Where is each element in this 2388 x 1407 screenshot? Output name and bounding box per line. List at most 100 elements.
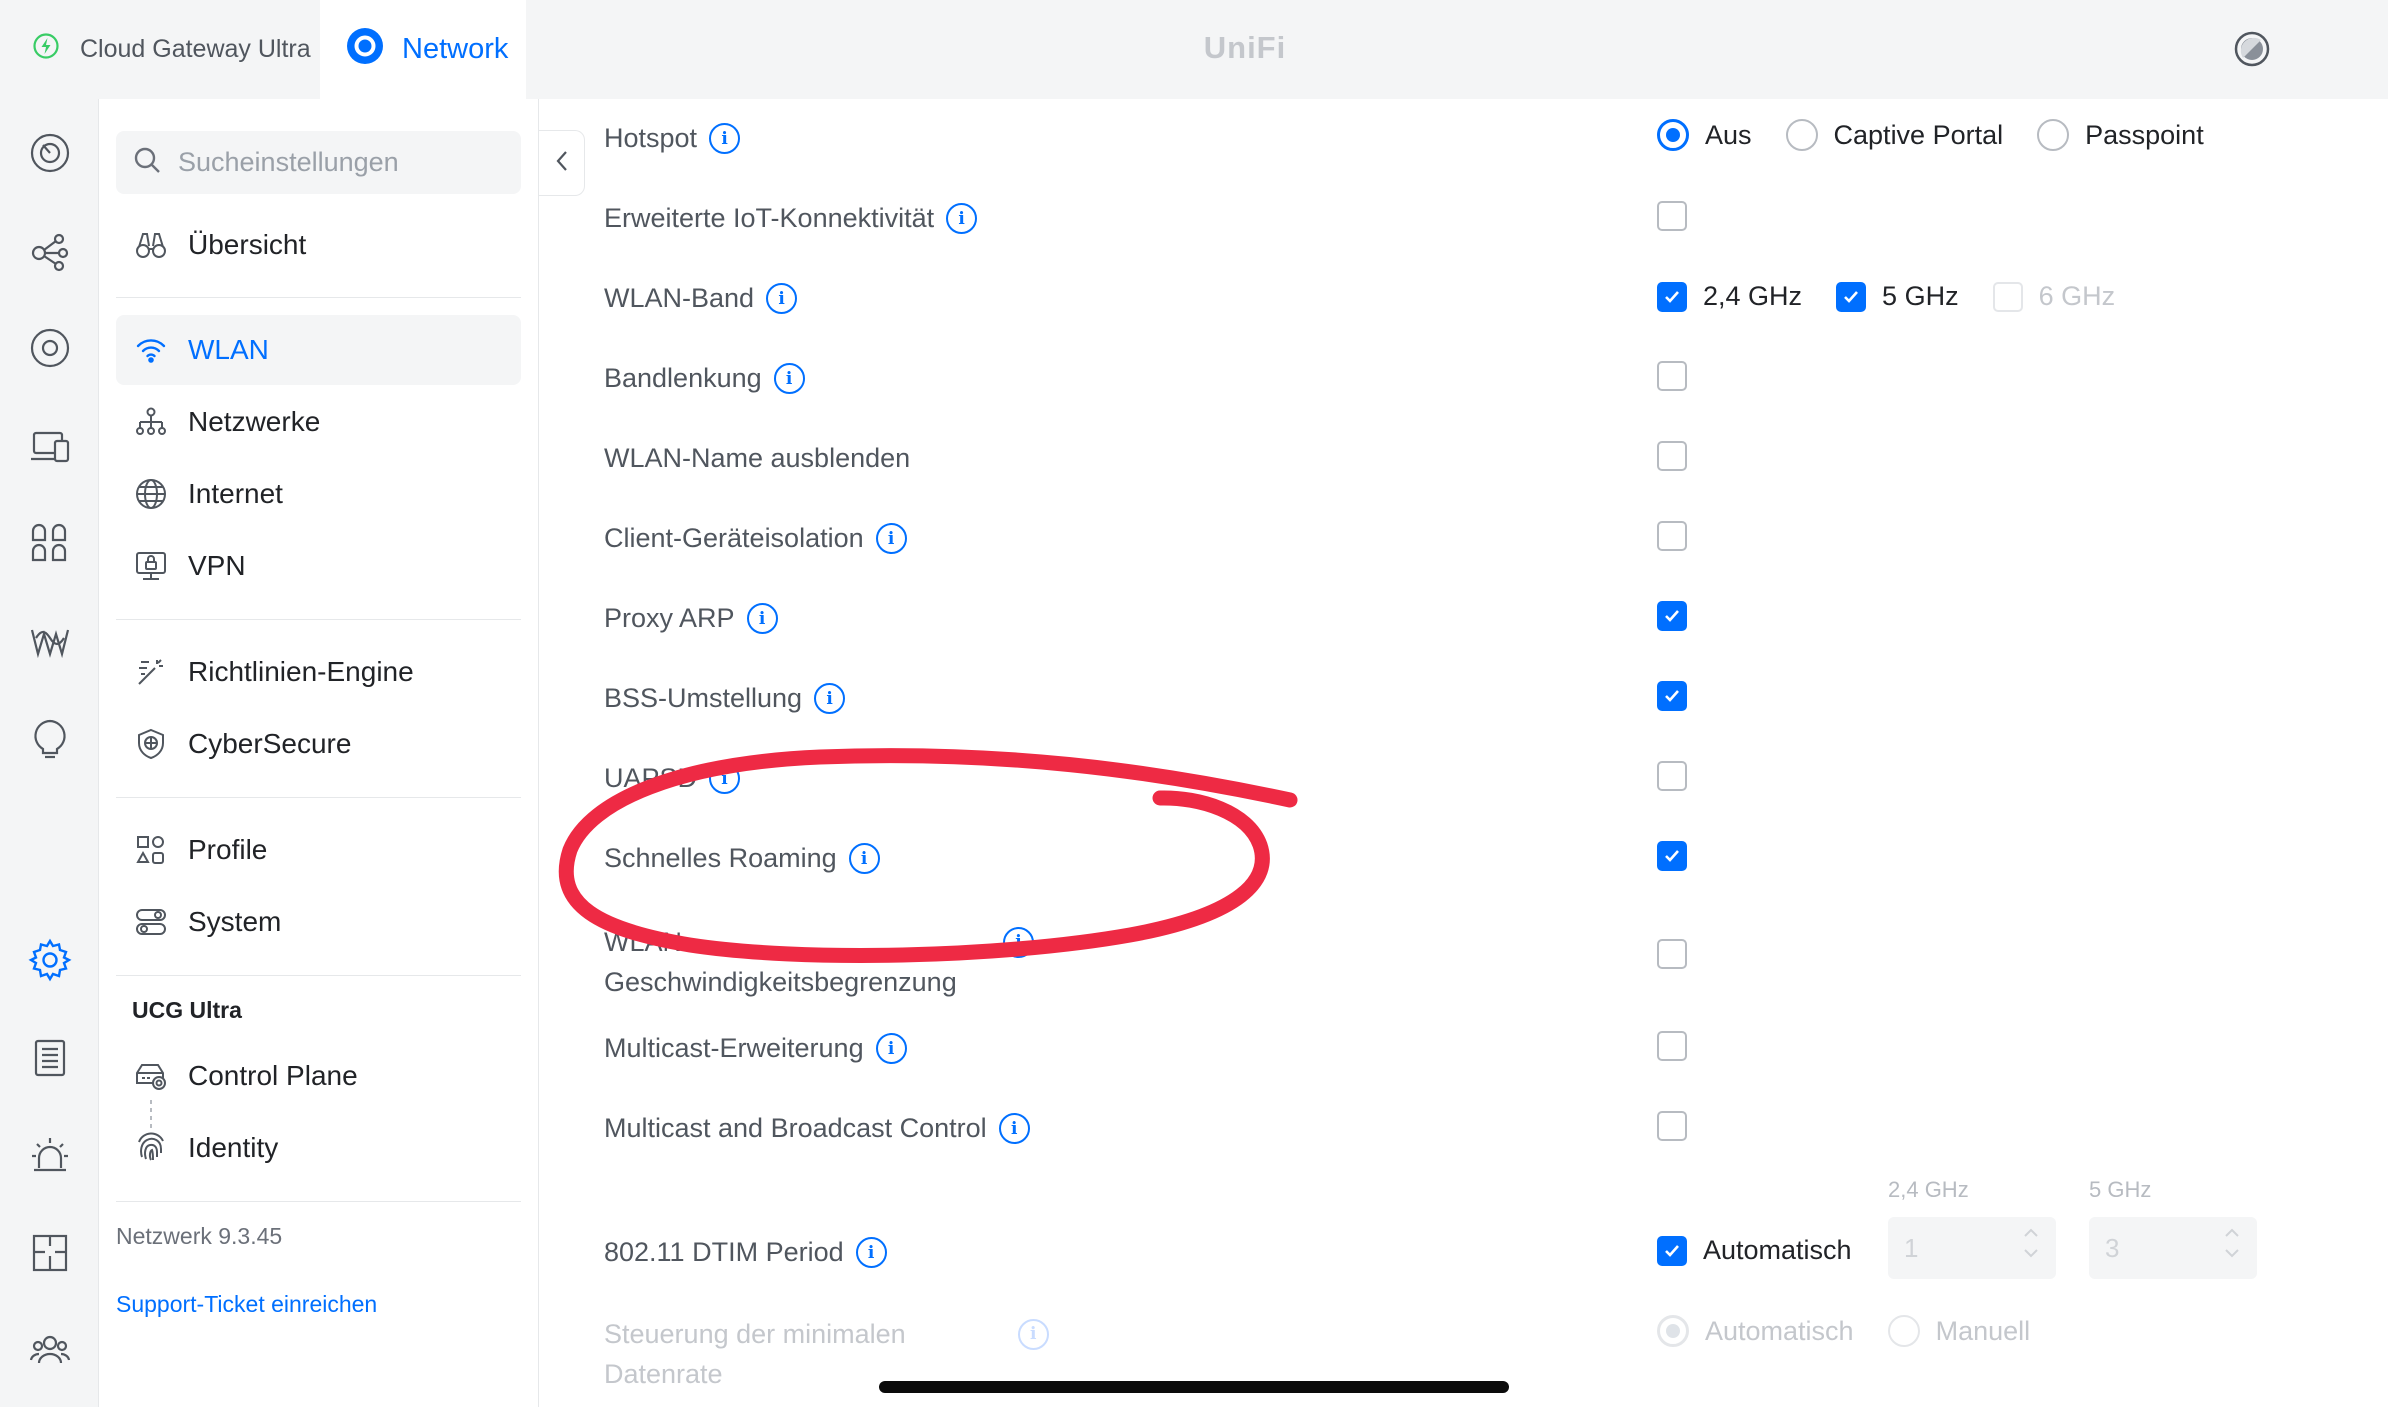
checkbox[interactable] xyxy=(1657,281,1687,312)
info-icon[interactable]: i xyxy=(746,603,778,634)
min-rate-option-auto: Automatisch xyxy=(1657,1315,1854,1347)
multicast-enhancement-checkbox[interactable] xyxy=(1657,1031,1687,1061)
setting-label: Multicast and Broadcast Control xyxy=(604,1113,987,1143)
system-log-icon[interactable] xyxy=(28,1036,72,1080)
multicast-broadcast-checkbox[interactable] xyxy=(1657,1111,1687,1141)
info-icon[interactable]: i xyxy=(946,203,978,234)
support-ticket-link[interactable]: Support-Ticket einreichen xyxy=(116,1291,377,1318)
setting-label: WLAN- xyxy=(604,927,691,957)
sidebar-item-cybersecure[interactable]: CyberSecure xyxy=(116,709,521,779)
sidebar-item-label: Internet xyxy=(188,478,283,509)
globe-icon xyxy=(134,477,168,511)
vpn-lock-icon xyxy=(134,549,168,583)
sidebar-divider xyxy=(116,619,521,620)
checkbox[interactable] xyxy=(1836,281,1867,312)
info-icon[interactable]: i xyxy=(848,843,880,874)
fast-roaming-checkbox[interactable] xyxy=(1657,841,1687,871)
sidebar-item-label: Profile xyxy=(188,834,268,865)
settings-sidebar: Übersicht WLAN Netzwerke Internet VPN Ri… xyxy=(99,99,539,1407)
wlan-advanced-settings: Hotspot i Aus Captive Portal Passpoint E… xyxy=(540,99,2388,1407)
info-icon[interactable]: i xyxy=(875,1033,907,1064)
sidebar-divider xyxy=(116,1201,521,1202)
dtim-24ghz-stepper: 1 xyxy=(1888,1217,2056,1279)
info-icon[interactable]: i xyxy=(1017,1318,1049,1350)
radio-button[interactable] xyxy=(2037,119,2070,151)
setting-label: Geschwindigkeitsbegrenzung xyxy=(604,967,957,997)
info-icon[interactable]: i xyxy=(1003,926,1034,958)
band-steering-checkbox[interactable] xyxy=(1657,361,1687,391)
hotspot-option-passpoint[interactable]: Passpoint xyxy=(2037,119,2204,151)
sidebar-item-wlan[interactable]: WLAN xyxy=(116,315,521,385)
bss-transition-checkbox[interactable] xyxy=(1657,681,1687,711)
sidebar-item-overview[interactable]: Übersicht xyxy=(116,210,521,280)
client-isolation-checkbox[interactable] xyxy=(1657,521,1687,551)
settings-search[interactable] xyxy=(116,131,521,194)
unifi-devices-icon[interactable] xyxy=(28,326,72,370)
setting-label: Multicast-Erweiterung xyxy=(604,1033,864,1063)
radio-button[interactable] xyxy=(1785,119,1818,151)
shield-icon xyxy=(134,727,168,761)
users-icon[interactable] xyxy=(28,1328,72,1372)
alarm-icon[interactable] xyxy=(28,1133,72,1177)
proxy-arp-checkbox[interactable] xyxy=(1657,601,1687,631)
info-icon[interactable]: i xyxy=(855,1237,887,1268)
sidebar-item-label: WLAN xyxy=(188,334,269,365)
info-icon[interactable]: i xyxy=(709,763,741,794)
hotspot-option-captive-portal[interactable]: Captive Portal xyxy=(1785,119,2003,151)
min-rate-radio-group: Automatisch Manuell xyxy=(1657,1315,2064,1347)
sidebar-item-label: VPN xyxy=(188,550,246,581)
sidebar-item-label: Netzwerke xyxy=(188,406,321,437)
info-icon[interactable]: i xyxy=(773,363,805,394)
insights-grid-icon[interactable] xyxy=(28,521,72,565)
iot-checkbox[interactable] xyxy=(1657,201,1687,231)
setting-label: Proxy ARP xyxy=(604,603,735,633)
sidebar-divider xyxy=(116,297,521,298)
info-icon[interactable]: i xyxy=(814,683,846,714)
option-label: Passpoint xyxy=(2085,119,2204,150)
sidebar-item-label: Übersicht xyxy=(188,229,307,260)
topology-icon[interactable] xyxy=(28,229,72,273)
dtim-24ghz-label: 2,4 GHz xyxy=(1888,1177,1969,1202)
sidebar-item-system[interactable]: System xyxy=(116,887,521,957)
setting-label: WLAN-Band xyxy=(604,283,755,313)
info-icon[interactable]: i xyxy=(875,523,907,554)
rate-limit-checkbox[interactable] xyxy=(1657,939,1687,969)
band-option-5ghz[interactable]: 5 GHz xyxy=(1836,281,1959,312)
hotspot-radio-group: Aus Captive Portal Passpoint xyxy=(1657,119,2238,151)
sidebar-item-vpn[interactable]: VPN xyxy=(116,531,521,601)
dashboard-icon[interactable] xyxy=(28,131,72,175)
hide-ssid-checkbox[interactable] xyxy=(1657,441,1687,471)
console-name: Cloud Gateway Ultra xyxy=(80,35,311,63)
info-icon[interactable]: i xyxy=(709,123,741,154)
sidebar-item-profiles[interactable]: Profile xyxy=(116,815,521,885)
info-icon[interactable]: i xyxy=(766,283,798,314)
search-input[interactable] xyxy=(178,147,498,178)
info-icon[interactable]: i xyxy=(998,1113,1030,1144)
band-option-24ghz[interactable]: 2,4 GHz xyxy=(1657,281,1802,312)
floorplan-icon[interactable] xyxy=(28,1231,72,1275)
dtim-auto-option[interactable]: Automatisch xyxy=(1657,1235,1852,1266)
radio-manager-icon[interactable] xyxy=(28,619,72,663)
hotspot-option-off[interactable]: Aus xyxy=(1657,119,1752,151)
uapsd-checkbox[interactable] xyxy=(1657,761,1687,791)
toggles-icon xyxy=(134,905,168,939)
innerspace-icon[interactable] xyxy=(28,716,72,760)
sidebar-item-control-plane[interactable]: Control Plane xyxy=(116,1041,521,1111)
client-devices-icon[interactable] xyxy=(28,424,72,468)
sidebar-item-internet[interactable]: Internet xyxy=(116,459,521,529)
sidebar-item-label: System xyxy=(188,906,282,937)
network-app-tab[interactable]: Network xyxy=(320,0,526,99)
checkbox[interactable] xyxy=(1657,1235,1687,1266)
sidebar-item-networks[interactable]: Netzwerke xyxy=(116,387,521,457)
user-avatar-icon[interactable] xyxy=(2233,30,2271,73)
settings-gear-icon[interactable] xyxy=(28,938,72,982)
radio-button[interactable] xyxy=(1657,119,1689,151)
option-label: Manuell xyxy=(1935,1315,2031,1346)
network-app-icon xyxy=(346,27,384,73)
sidebar-item-policy-engine[interactable]: Richtlinien-Engine xyxy=(116,637,521,707)
console-tab[interactable]: Cloud Gateway Ultra xyxy=(0,0,320,99)
wifi-icon xyxy=(134,333,168,367)
app-tab-label: Network xyxy=(402,33,509,65)
sidebar-item-identity[interactable]: Identity xyxy=(116,1113,521,1183)
band-checkbox-group: 2,4 GHz 5 GHz 6 GHz xyxy=(1657,281,2149,312)
